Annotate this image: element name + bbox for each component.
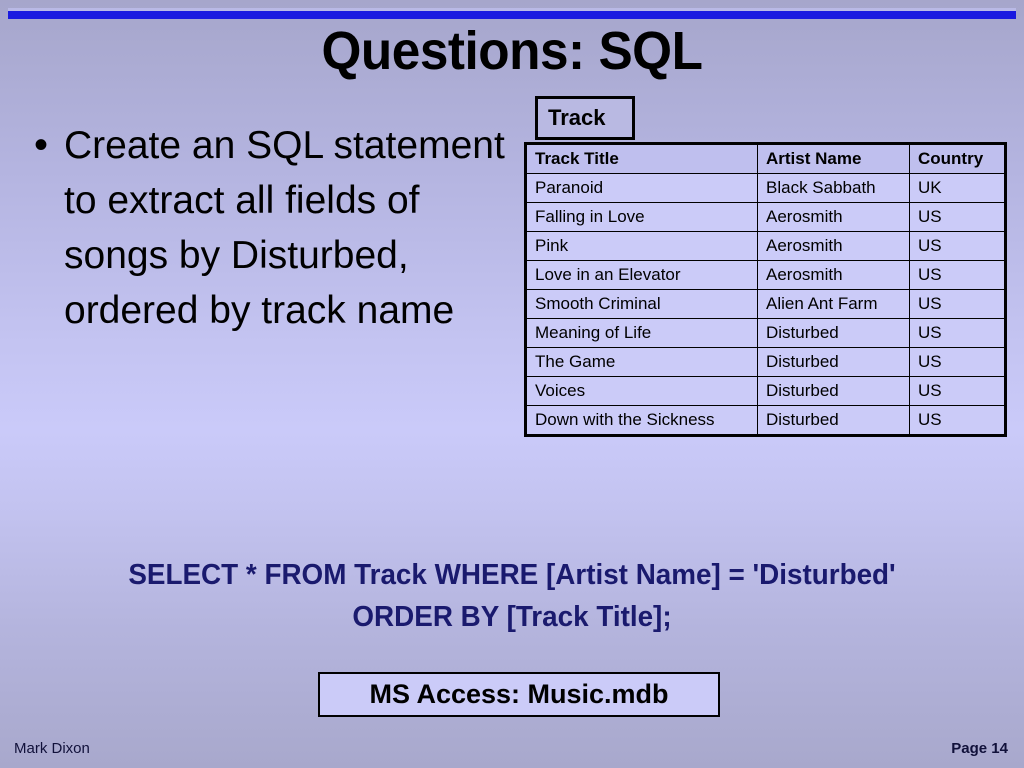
page-title: Questions: SQL <box>321 21 703 81</box>
table-header-row: Track Title Artist Name Country <box>525 143 1006 174</box>
cell-artist-name: Black Sabbath <box>757 173 910 203</box>
cell-track-title: Down with the Sickness <box>525 405 758 436</box>
footer-author: Mark Dixon <box>14 740 90 757</box>
cell-artist-name: Disturbed <box>757 318 910 348</box>
cell-track-title: Falling in Love <box>525 202 758 232</box>
cell-artist-name: Disturbed <box>757 405 910 436</box>
cell-artist-name: Alien Ant Farm <box>757 289 910 319</box>
sql-answer-line-2: ORDER BY [Track Title]; <box>352 601 672 633</box>
column-header-artist-name: Artist Name <box>757 143 910 174</box>
title-divider-rule <box>8 8 1016 20</box>
cell-artist-name: Aerosmith <box>757 260 910 290</box>
bullet-marker-icon: • <box>34 123 49 167</box>
cell-country: UK <box>909 173 1006 203</box>
cell-country: US <box>909 231 1006 261</box>
table-row: Pink Aerosmith US <box>525 231 1006 261</box>
cell-track-title: Smooth Criminal <box>525 289 758 319</box>
list-item: • Create an SQL statement to extract all… <box>34 118 514 338</box>
cell-country: US <box>909 376 1006 406</box>
bullet-item-label: Create an SQL statement to extract all f… <box>64 124 505 332</box>
table-row: Paranoid Black Sabbath UK <box>525 173 1006 203</box>
table-row: Love in an Elevator Aerosmith US <box>525 260 1006 290</box>
cell-country: US <box>909 260 1006 290</box>
source-database-box: MS Access: Music.mdb <box>318 672 720 717</box>
bullet-list: • Create an SQL statement to extract all… <box>34 118 514 338</box>
cell-track-title: Love in an Elevator <box>525 260 758 290</box>
track-table: Track Title Artist Name Country Paranoid… <box>524 142 1007 437</box>
column-header-track-title: Track Title <box>525 143 758 174</box>
table-row: Voices Disturbed US <box>525 376 1006 406</box>
cell-track-title: Pink <box>525 231 758 261</box>
cell-artist-name: Aerosmith <box>757 202 910 232</box>
cell-track-title: The Game <box>525 347 758 377</box>
cell-artist-name: Aerosmith <box>757 231 910 261</box>
cell-track-title: Paranoid <box>525 173 758 203</box>
cell-country: US <box>909 318 1006 348</box>
source-database-label: MS Access: Music.mdb <box>369 679 669 709</box>
footer-page-number: Page 14 <box>951 740 1008 757</box>
column-header-country: Country <box>909 143 1006 174</box>
cell-country: US <box>909 347 1006 377</box>
sql-answer-text: SELECT * FROM Track WHERE [Artist Name] … <box>20 554 1003 638</box>
cell-country: US <box>909 405 1006 436</box>
table-name-label: Track <box>535 96 635 140</box>
cell-country: US <box>909 289 1006 319</box>
slide-canvas: Questions: SQL • Create an SQL statement… <box>0 0 1024 768</box>
cell-country: US <box>909 202 1006 232</box>
cell-track-title: Meaning of Life <box>525 318 758 348</box>
table-row: Falling in Love Aerosmith US <box>525 202 1006 232</box>
table-row: Meaning of Life Disturbed US <box>525 318 1006 348</box>
cell-artist-name: Disturbed <box>757 376 910 406</box>
table-row: Down with the Sickness Disturbed US <box>525 405 1006 436</box>
title-divider-bar <box>8 11 1016 19</box>
cell-track-title: Voices <box>525 376 758 406</box>
table-row: Smooth Criminal Alien Ant Farm US <box>525 289 1006 319</box>
table-row: The Game Disturbed US <box>525 347 1006 377</box>
cell-artist-name: Disturbed <box>757 347 910 377</box>
sql-answer-line-1: SELECT * FROM Track WHERE [Artist Name] … <box>128 559 896 591</box>
